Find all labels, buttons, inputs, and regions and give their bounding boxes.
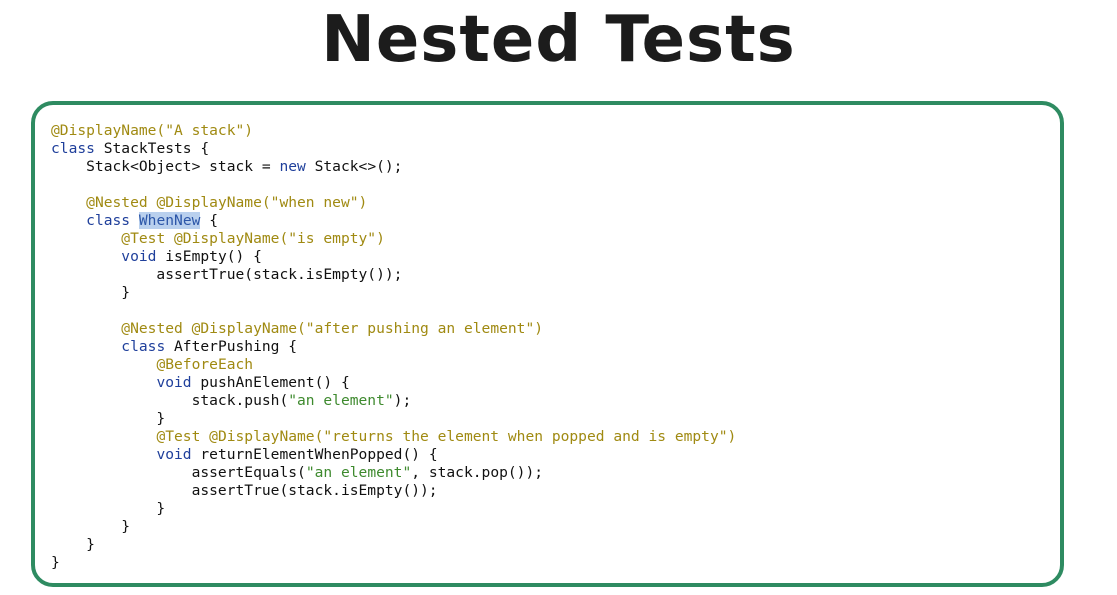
code-line: void returnElementWhenPopped() { (51, 446, 736, 464)
code-line: } (51, 554, 736, 572)
code-token-keyword: class (121, 338, 166, 355)
code-token-plain: assertTrue(stack.isEmpty()); (51, 266, 403, 283)
code-line: assertTrue(stack.isEmpty()); (51, 266, 736, 284)
code-token-plain: } (51, 518, 131, 535)
code-token-plain: , stack.pop()); (411, 464, 544, 481)
code-token-plain: StackTests { (94, 140, 210, 157)
code-token-keyword: new (279, 158, 306, 175)
code-token-plain: AfterPushing { (165, 338, 298, 355)
code-line: @Nested @DisplayName("after pushing an e… (51, 320, 736, 338)
code-token-keyword: void (121, 248, 157, 265)
code-token-annotation: @Test @DisplayName("is empty") (121, 230, 385, 247)
code-token-plain: Stack<Object> stack = (51, 158, 280, 175)
code-token-plain: } (51, 410, 166, 427)
code-line: @Nested @DisplayName("when new") (51, 194, 736, 212)
code-token-annotation: @BeforeEach (156, 356, 254, 373)
code-line: } (51, 410, 736, 428)
code-line: Stack<Object> stack = new Stack<>(); (51, 158, 736, 176)
code-token-keyword: class (86, 212, 131, 229)
code-token-plain: } (51, 536, 95, 553)
code-token-string: "an element" (305, 464, 412, 481)
code-token-plain: } (51, 284, 131, 301)
code-line: class StackTests { (51, 140, 736, 158)
code-line: void isEmpty() { (51, 248, 736, 266)
code-card: @DisplayName("A stack") class StackTests … (31, 101, 1064, 587)
code-token-keyword: void (156, 374, 192, 391)
code-line: class WhenNew { (51, 212, 736, 230)
code-token-annotation: @DisplayName("A stack") (51, 122, 254, 139)
code-token-annotation: @Test @DisplayName("returns the element … (156, 428, 737, 445)
code-line: @Test @DisplayName("is empty") (51, 230, 736, 248)
code-line: assertTrue(stack.isEmpty()); (51, 482, 736, 500)
code-token-plain: Stack<>(); (305, 158, 403, 175)
code-token-string: "an element" (288, 392, 394, 409)
code-line: } (51, 284, 736, 302)
code-line: stack.push("an element"); (51, 392, 736, 410)
code-token-plain: { (200, 212, 218, 229)
code-token-annotation: @Nested @DisplayName("when new") (86, 194, 368, 211)
code-token-keyword: void (156, 446, 192, 463)
code-line: assertEquals("an element", stack.pop()); (51, 464, 736, 482)
selected-text: WhenNew (138, 212, 201, 229)
code-token-plain: assertEquals( (51, 464, 306, 481)
code-token-plain: assertTrue(stack.isEmpty()); (51, 482, 438, 499)
code-block[interactable]: @DisplayName("A stack") class StackTests … (51, 122, 736, 572)
code-line: void pushAnElement() { (51, 374, 736, 392)
code-line: class AfterPushing { (51, 338, 736, 356)
code-token-annotation: @Nested @DisplayName("after pushing an e… (121, 320, 544, 337)
slide-title: Nested Tests (321, 3, 796, 77)
code-line: @BeforeEach (51, 356, 736, 374)
code-line: } (51, 500, 736, 518)
code-token-keyword: class (51, 140, 95, 157)
code-token-plain: returnElementWhenPopped() { (191, 446, 438, 463)
code-token-plain: } (51, 554, 60, 571)
code-line: @DisplayName("A stack") (51, 122, 736, 140)
code-token-plain: stack.push( (51, 392, 289, 409)
code-line: @Test @DisplayName("returns the element … (51, 428, 736, 446)
code-token-plain: ); (393, 392, 412, 409)
code-line: } (51, 518, 736, 536)
code-token-plain: isEmpty() { (156, 248, 262, 265)
code-token-plain: } (51, 500, 166, 517)
code-token-plain: pushAnElement() { (191, 374, 350, 391)
code-line: } (51, 536, 736, 554)
